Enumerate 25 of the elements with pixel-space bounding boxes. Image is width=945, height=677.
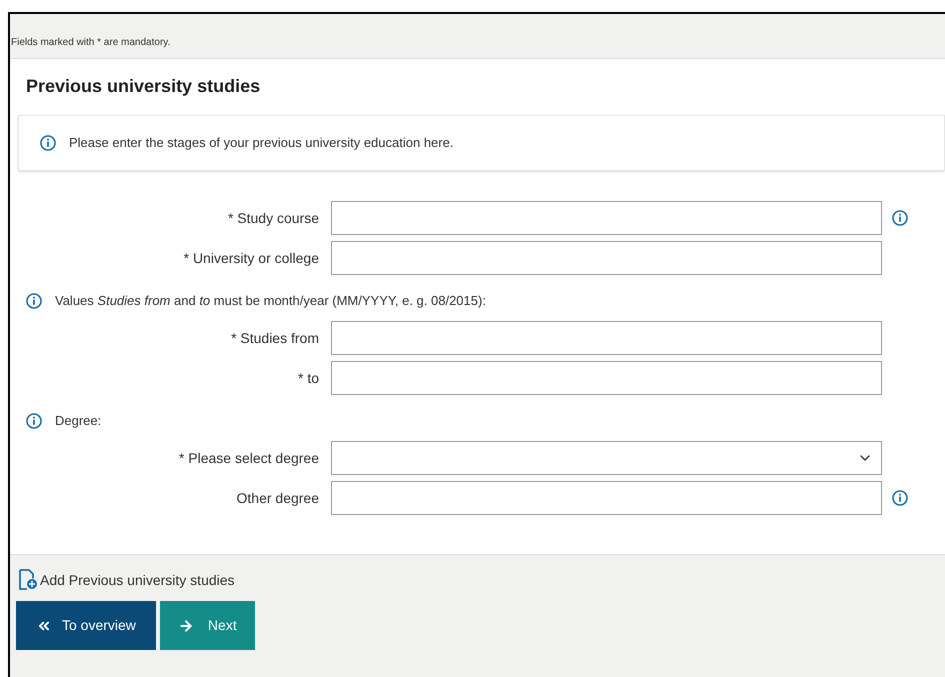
section-title: Previous university studies [26,75,262,98]
info-text: Please enter the stages of your previous university education here. [69,134,454,152]
info-icon [26,413,42,429]
degree-select[interactable] [331,441,882,475]
field-label: * to [296,368,320,388]
field-label: * Study course [226,208,320,228]
field-label: * University or college [182,248,320,268]
field-label: * Please select degree [178,448,320,468]
add-studies-link[interactable]: Add Previous university studies [40,570,235,590]
input-field[interactable] [331,201,882,235]
input-field[interactable] [331,481,882,515]
add-document-icon [18,569,38,591]
info-icon [40,135,56,151]
next-button[interactable]: Next [160,601,255,650]
input-field[interactable] [331,361,882,395]
input-field[interactable] [331,321,882,355]
field-label: Other degree [236,488,320,508]
info-icon [26,293,42,309]
input-field[interactable] [331,241,882,275]
field-label: * Studies from [230,328,320,348]
arrow-right-icon [178,618,194,634]
mandatory-note: Fields marked with * are mandatory. [10,36,172,50]
to-overview-button[interactable]: To overview [16,601,156,650]
hint-text: Degree: [55,412,102,430]
hint-text: Values Studies from and to must be month/year (MM/YYYY, e. g. 08/2015): [55,292,486,310]
